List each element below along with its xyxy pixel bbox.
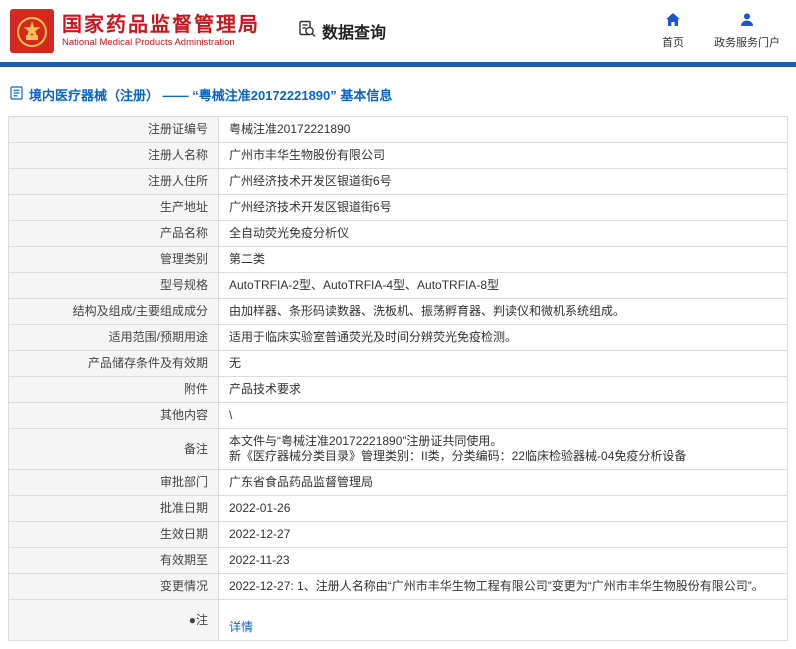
row-label: 生产地址	[9, 195, 219, 221]
table-row: 注册人名称 广州市丰华生物股份有限公司	[9, 143, 788, 169]
nav-home-label: 首页	[662, 34, 684, 50]
row-value: 2022-12-27: 1、注册人名称由“广州市丰华生物工程有限公司”变更为“广…	[219, 574, 788, 600]
row-label: 生效日期	[9, 522, 219, 548]
table-row: 型号规格 AutoTRFIA-2型、AutoTRFIA-4型、AutoTRFIA…	[9, 273, 788, 299]
row-value: 全自动荧光免疫分析仪	[219, 221, 788, 247]
row-label: 变更情况	[9, 574, 219, 600]
row-label: 注册证编号	[9, 117, 219, 143]
table-row: 有效期至 2022-11-23	[9, 548, 788, 574]
data-query-title: 数据查询	[322, 19, 386, 43]
row-label: 结构及组成/主要组成成分	[9, 299, 219, 325]
national-emblem-logo	[10, 9, 54, 53]
brand-text: 国家药品监督管理局 National Medical Products Admi…	[62, 13, 260, 49]
agency-subtitle: National Medical Products Administration	[62, 37, 260, 49]
person-icon	[739, 12, 755, 31]
row-label: 型号规格	[9, 273, 219, 299]
table-row: 附件 产品技术要求	[9, 377, 788, 403]
table-row: ●注 详情	[9, 600, 788, 641]
row-value: AutoTRFIA-2型、AutoTRFIA-4型、AutoTRFIA-8型	[219, 273, 788, 299]
row-value: 本文件与“粤械注准20172221890”注册证共同使用。 新《医疗器械分类目录…	[219, 429, 788, 470]
data-query-icon	[298, 20, 316, 43]
row-label: 审批部门	[9, 470, 219, 496]
row-value: 广州市丰华生物股份有限公司	[219, 143, 788, 169]
row-label: 产品名称	[9, 221, 219, 247]
row-label: 其他内容	[9, 403, 219, 429]
row-value: 适用于临床实验室普通荧光及时间分辨荧光免疫检测。	[219, 325, 788, 351]
detail-link[interactable]: 详情	[229, 620, 253, 634]
row-value: 广东省食品药品监督管理局	[219, 470, 788, 496]
agency-title: 国家药品监督管理局	[62, 13, 260, 37]
table-row: 其他内容 \	[9, 403, 788, 429]
row-label: 管理类别	[9, 247, 219, 273]
row-value: 产品技术要求	[219, 377, 788, 403]
section-title-block: 数据查询	[298, 19, 386, 43]
table-row: 适用范围/预期用途 适用于临床实验室普通荧光及时间分辨荧光免疫检测。	[9, 325, 788, 351]
brand: 国家药品监督管理局 National Medical Products Admi…	[10, 9, 260, 53]
table-row: 产品储存条件及有效期 无	[9, 351, 788, 377]
row-value: 第二类	[219, 247, 788, 273]
row-value: \	[219, 403, 788, 429]
table-row: 批准日期 2022-01-26	[9, 496, 788, 522]
row-value: 由加样器、条形码读数器、洗板机、振荡孵育器、判读仪和微机系统组成。	[219, 299, 788, 325]
table-row: 备注 本文件与“粤械注准20172221890”注册证共同使用。 新《医疗器械分…	[9, 429, 788, 470]
table-row: 结构及组成/主要组成成分 由加样器、条形码读数器、洗板机、振荡孵育器、判读仪和微…	[9, 299, 788, 325]
table-row: 注册证编号 粤械注准20172221890	[9, 117, 788, 143]
row-label: 产品储存条件及有效期	[9, 351, 219, 377]
page-title-text: 境内医疗器械（注册） —— “粤械注准20172221890” 基本信息	[29, 85, 392, 104]
row-value: 详情	[219, 600, 788, 641]
main-content: 境内医疗器械（注册） —— “粤械注准20172221890” 基本信息 注册证…	[0, 67, 796, 649]
nav-portal-label: 政务服务门户	[714, 34, 780, 50]
row-label: 有效期至	[9, 548, 219, 574]
row-value: 2022-01-26	[219, 496, 788, 522]
row-value: 广州经济技术开发区银道街6号	[219, 169, 788, 195]
page-title: 境内医疗器械（注册） —— “粤械注准20172221890” 基本信息	[10, 85, 788, 104]
row-label: 注册人名称	[9, 143, 219, 169]
row-label: 附件	[9, 377, 219, 403]
nav-home[interactable]: 首页	[662, 12, 684, 50]
row-value: 2022-12-27	[219, 522, 788, 548]
row-label: 注册人住所	[9, 169, 219, 195]
table-row: 注册人住所 广州经济技术开发区银道街6号	[9, 169, 788, 195]
row-value: 2022-11-23	[219, 548, 788, 574]
header: 国家药品监督管理局 National Medical Products Admi…	[0, 0, 796, 62]
table-row: 管理类别 第二类	[9, 247, 788, 273]
table-row: 变更情况 2022-12-27: 1、注册人名称由“广州市丰华生物工程有限公司”…	[9, 574, 788, 600]
row-label: ●注	[9, 600, 219, 641]
table-row: 产品名称 全自动荧光免疫分析仪	[9, 221, 788, 247]
row-value: 粤械注准20172221890	[219, 117, 788, 143]
row-value: 广州经济技术开发区银道街6号	[219, 195, 788, 221]
nav-portal[interactable]: 政务服务门户	[714, 12, 780, 50]
home-icon	[665, 12, 681, 31]
row-value: 无	[219, 351, 788, 377]
row-label: 备注	[9, 429, 219, 470]
table-row: 生产地址 广州经济技术开发区银道街6号	[9, 195, 788, 221]
top-navigation: 首页 政务服务门户	[662, 12, 780, 50]
table-row: 审批部门 广东省食品药品监督管理局	[9, 470, 788, 496]
row-label: 批准日期	[9, 496, 219, 522]
row-label: 适用范围/预期用途	[9, 325, 219, 351]
registration-info-table: 注册证编号 粤械注准20172221890 注册人名称 广州市丰华生物股份有限公…	[8, 116, 788, 641]
document-icon	[10, 86, 23, 103]
table-row: 生效日期 2022-12-27	[9, 522, 788, 548]
